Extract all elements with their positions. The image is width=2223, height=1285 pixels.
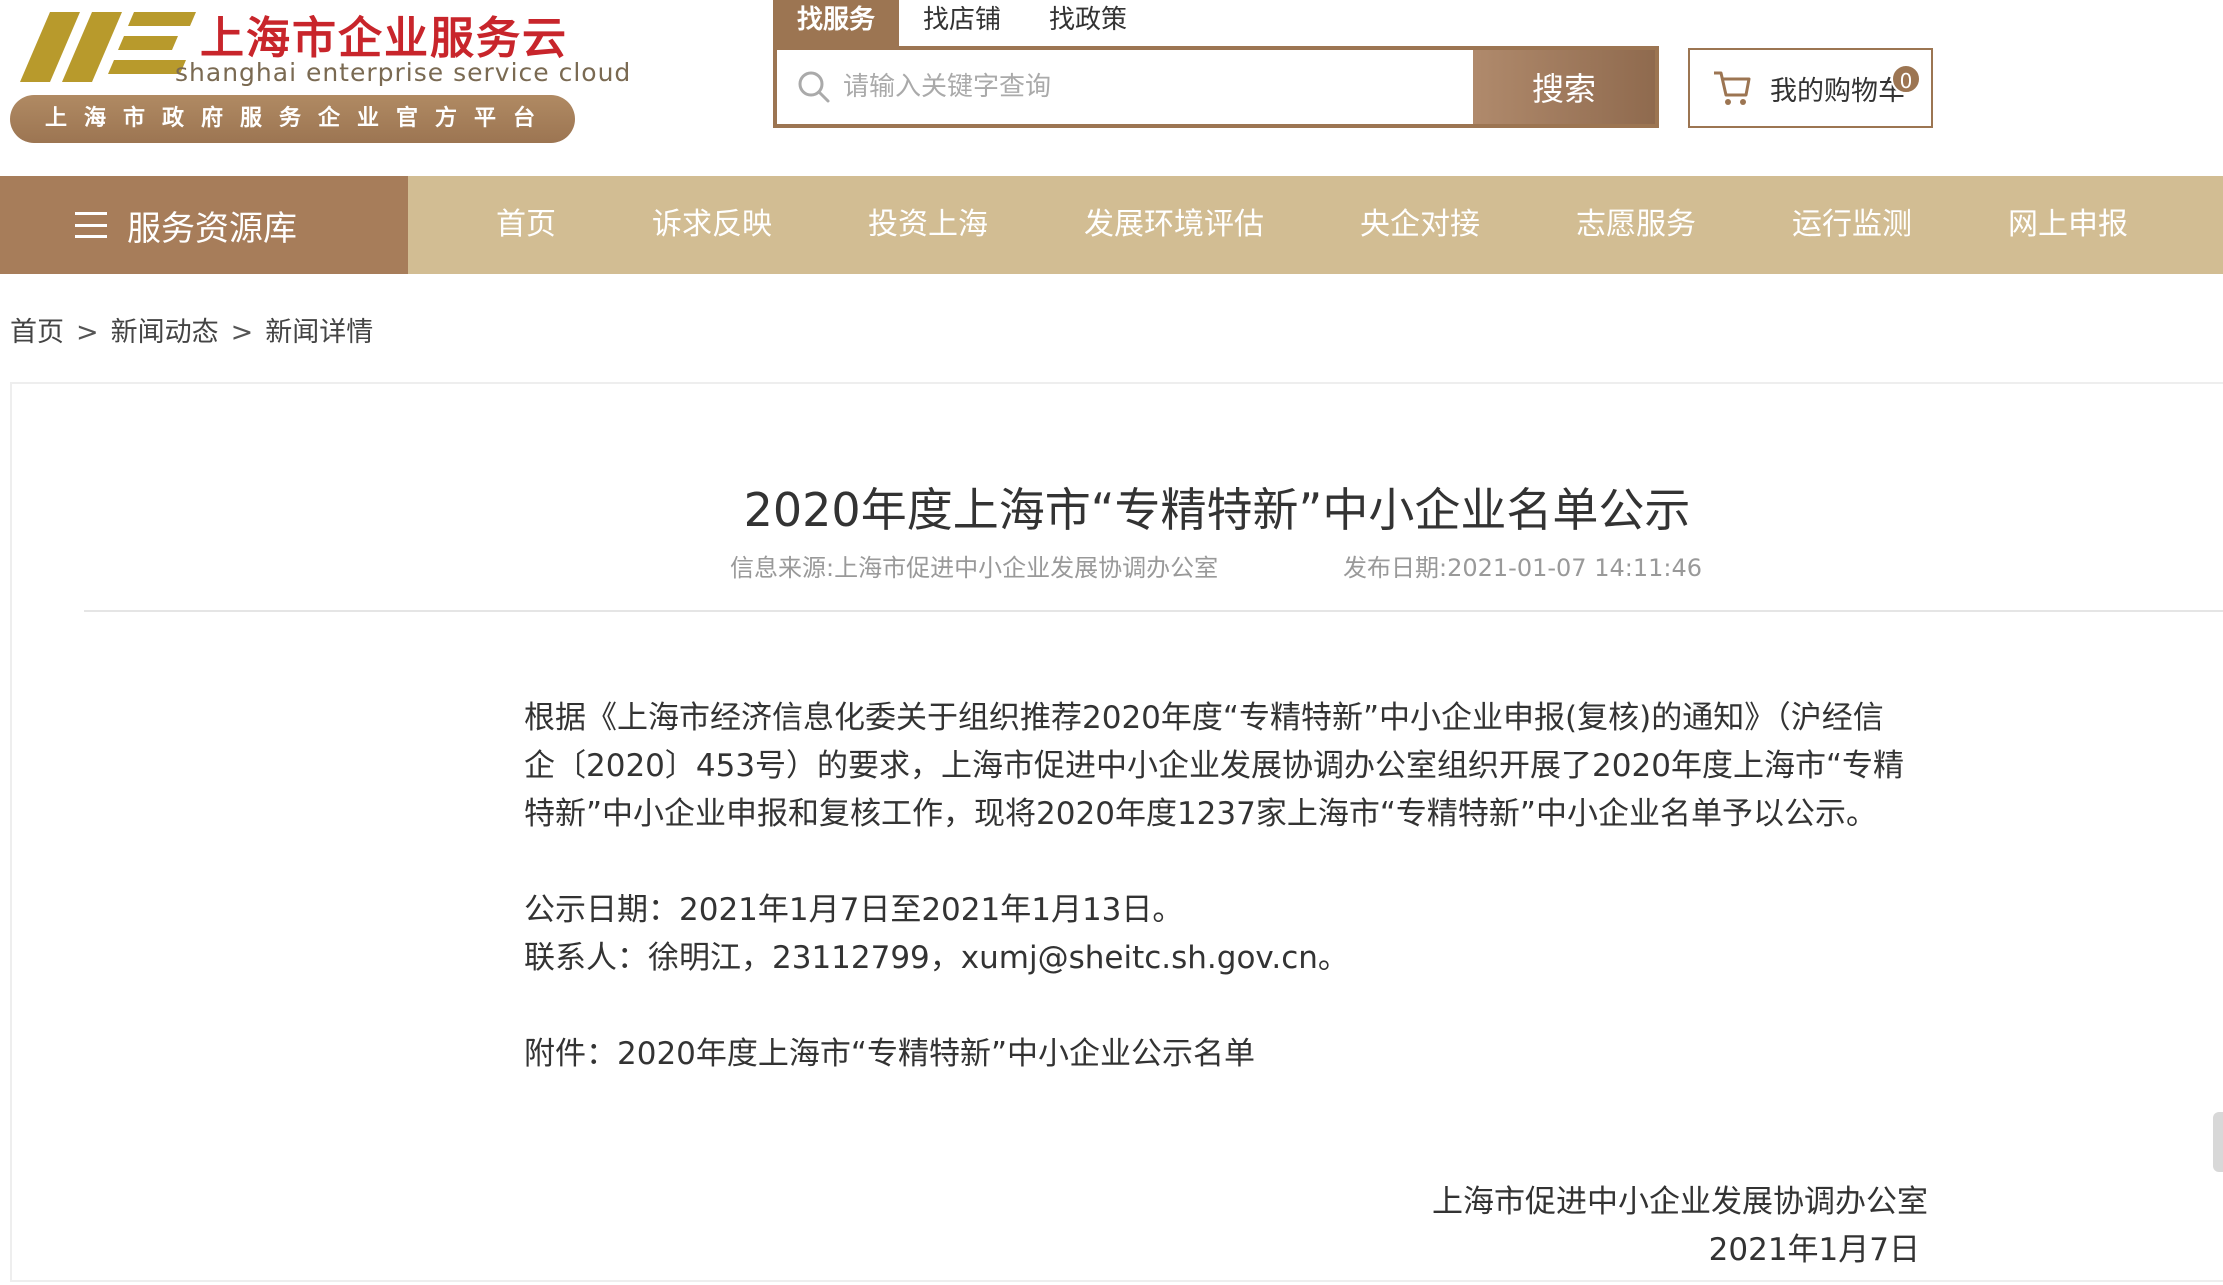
divider bbox=[84, 610, 2223, 612]
search-box: 搜索 bbox=[773, 46, 1659, 128]
nav-item-monitor[interactable]: 运行监测 bbox=[1792, 176, 1912, 274]
nav-item-soe[interactable]: 央企对接 bbox=[1360, 176, 1480, 274]
side-float-handle[interactable] bbox=[2213, 1112, 2223, 1172]
main-nav: 服务资源库 首页 诉求反映 投资上海 发展环境评估 央企对接 志愿服务 运行监测… bbox=[0, 176, 2223, 274]
article-body: 根据《上海市经济信息化委关于组织推荐2020年度“专精特新”中小企业申报(复核)… bbox=[524, 694, 1909, 1078]
search-tab-services[interactable]: 找服务 bbox=[773, 0, 900, 46]
article-panel: 2020年度上海市“专精特新”中小企业名单公示 信息来源:上海市促进中小企业发展… bbox=[10, 382, 2223, 1282]
article-paragraph: 根据《上海市经济信息化委关于组织推荐2020年度“专精特新”中小企业申报(复核)… bbox=[524, 700, 1905, 832]
breadcrumb: 首页 > 新闻动态 > 新闻详情 bbox=[10, 310, 373, 349]
breadcrumb-separator: > bbox=[230, 317, 254, 348]
article-title: 2020年度上海市“专精特新”中小企业名单公示 bbox=[743, 483, 1691, 537]
breadcrumb-home[interactable]: 首页 bbox=[10, 317, 64, 348]
search-tab-shops[interactable]: 找店铺 bbox=[899, 0, 1025, 46]
nav-item-environment[interactable]: 发展环境评估 bbox=[1084, 176, 1264, 274]
cart-label: 我的购物车 bbox=[1770, 75, 1905, 107]
service-resource-label: 服务资源库 bbox=[127, 208, 297, 249]
search-tabs: 找服务 找店铺 找政策 bbox=[773, 0, 1151, 46]
logo-platform-label: 上海市政府服务企业官方平台 bbox=[10, 95, 575, 143]
nav-item-appeals[interactable]: 诉求反映 bbox=[652, 176, 772, 274]
cart-icon bbox=[1714, 71, 1751, 105]
signature-date: 2021年1月7日 bbox=[1708, 1232, 1920, 1268]
breadcrumb-separator: > bbox=[76, 317, 99, 348]
cart-button[interactable]: 我的购物车 0 bbox=[1688, 48, 1933, 128]
service-resource-menu[interactable]: 服务资源库 bbox=[0, 176, 408, 274]
article-signature: 上海市促进中小企业发展协调办公室 2021年1月7日 bbox=[1432, 1178, 1928, 1274]
search-icon bbox=[777, 50, 837, 124]
article-paragraph: 联系人：徐明江，23112799，xumj@sheitc.sh.gov.cn。 bbox=[524, 940, 1349, 976]
article-paragraph: 公示日期：2021年1月7日至2021年1月13日。 bbox=[524, 892, 1184, 928]
logo-mark-icon bbox=[20, 12, 196, 82]
nav-item-home[interactable]: 首页 bbox=[496, 176, 556, 274]
article-date: 发布日期:2021-01-07 14:11:46 bbox=[1343, 554, 1702, 582]
nav-item-invest[interactable]: 投资上海 bbox=[868, 176, 988, 274]
article-meta: 信息来源:上海市促进中小企业发展协调办公室 发布日期:2021-01-07 14… bbox=[730, 548, 1702, 583]
logo-title: 上海市企业服务云 bbox=[200, 13, 568, 64]
nav-items: 首页 诉求反映 投资上海 发展环境评估 央企对接 志愿服务 运行监测 网上申报 bbox=[408, 176, 2128, 274]
nav-item-online-apply[interactable]: 网上申报 bbox=[2008, 176, 2128, 274]
attachment-link[interactable]: 附件：2020年度上海市“专精特新”中小企业公示名单 bbox=[524, 1030, 1909, 1078]
signature-org: 上海市促进中小企业发展协调办公室 bbox=[1432, 1184, 1928, 1220]
article-source: 信息来源:上海市促进中小企业发展协调办公室 bbox=[730, 554, 1219, 582]
cart-count-badge: 0 bbox=[1891, 64, 1921, 94]
breadcrumb-current: 新闻详情 bbox=[265, 317, 374, 348]
search-tab-policies[interactable]: 找政策 bbox=[1025, 0, 1151, 46]
nav-item-volunteer[interactable]: 志愿服务 bbox=[1576, 176, 1696, 274]
menu-icon bbox=[75, 212, 107, 238]
site-logo[interactable]: 上海市企业服务云 shanghai enterprise service clo… bbox=[10, 0, 630, 145]
logo-subtitle: shanghai enterprise service cloud bbox=[175, 58, 632, 87]
search-button[interactable]: 搜索 bbox=[1473, 50, 1655, 124]
search-input[interactable] bbox=[837, 50, 1473, 124]
breadcrumb-news[interactable]: 新闻动态 bbox=[111, 317, 219, 348]
